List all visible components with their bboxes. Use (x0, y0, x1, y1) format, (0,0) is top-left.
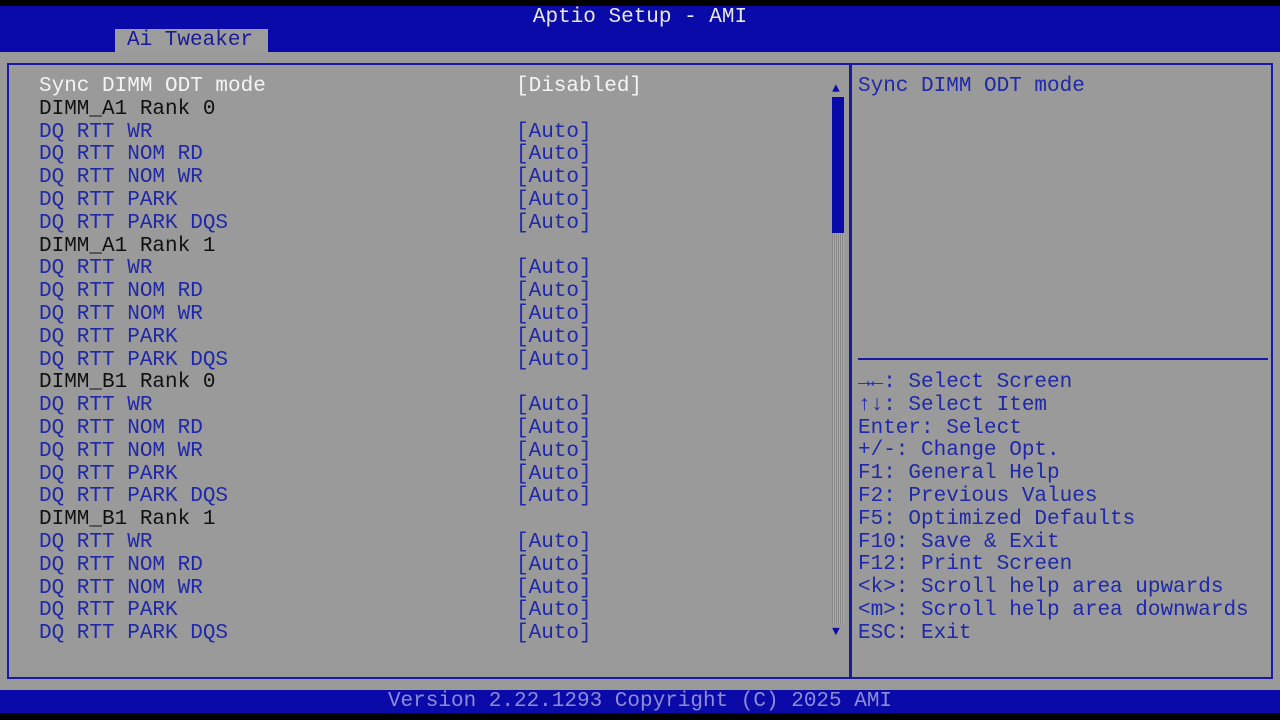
setting-value[interactable]: [Auto] (516, 166, 592, 189)
setting-label: DQ RTT WR (39, 257, 153, 281)
setting-row[interactable]: DQ RTT NOM WR [Auto] (39, 576, 592, 600)
setting-value[interactable]: [Auto] (516, 577, 592, 600)
setting-value[interactable]: [Auto] (516, 417, 592, 440)
setting-label: DQ RTT PARK (39, 462, 178, 486)
hotkey-hint: F1: General Help (858, 462, 1060, 486)
setting-label: DQ RTT PARK (39, 599, 178, 623)
setting-value[interactable]: [Auto] (516, 257, 592, 280)
setting-label: DQ RTT NOM WR (39, 576, 203, 600)
setting-label: DQ RTT NOM RD (39, 143, 203, 167)
setting-row[interactable]: DQ RTT PARK DQS [Auto] (39, 622, 592, 646)
help-divider (858, 358, 1268, 360)
hotkey-hint: ↑↓: Select Item (858, 393, 1048, 417)
setting-label: DQ RTT WR (39, 531, 153, 554)
setting-value[interactable]: [Auto] (516, 440, 592, 463)
section-heading: DIMM_B1 Rank 1 (39, 508, 215, 531)
setting-label: DQ RTT NOM RD (39, 553, 203, 577)
main-panel: Sync DIMM ODT mode [Disabled] DIMM_A1 Rank… (0, 52, 1280, 690)
hotkey-hint: F2: Previous Values (858, 485, 1098, 508)
section-heading: DIMM_A1 Rank 1 (39, 235, 215, 258)
setting-value[interactable]: [Auto] (516, 599, 592, 622)
setting-row[interactable]: DQ RTT NOM RD [Auto] (39, 280, 592, 304)
scrollbar-thumb[interactable] (832, 97, 844, 233)
setting-label: DQ RTT PARK DQS (39, 348, 229, 372)
setting-row[interactable]: DQ RTT PARK [Auto] (39, 462, 592, 486)
setting-row[interactable]: DQ RTT PARK DQS [Auto] (39, 211, 592, 235)
setting-row[interactable]: DQ RTT NOM RD [Auto] (39, 143, 592, 167)
setting-row[interactable]: DQ RTT PARK DQS [Auto] (39, 485, 592, 509)
footer-version: Version 2.22.1293 Copyright (C) 2025 AMI (0, 690, 1280, 713)
setting-label: DQ RTT PARK DQS (39, 211, 229, 235)
help-description: Sync DIMM ODT mode (858, 75, 1085, 98)
setting-row[interactable]: DQ RTT PARK [Auto] (39, 189, 592, 212)
hotkey-hint: <k>: Scroll help area upwards (858, 576, 1224, 600)
setting-value[interactable]: [Auto] (516, 143, 592, 166)
setting-value[interactable]: [Auto] (516, 349, 592, 372)
tab-ai-tweaker[interactable]: Ai Tweaker (115, 29, 268, 52)
setting-value[interactable]: [Auto] (516, 485, 592, 508)
setting-row[interactable]: DQ RTT WR [Auto] (39, 257, 592, 281)
setting-row[interactable]: DQ RTT NOM WR [Auto] (39, 439, 592, 463)
setting-value[interactable]: [Auto] (516, 622, 592, 645)
setting-value[interactable]: [Auto] (516, 326, 592, 349)
setting-row[interactable]: DQ RTT NOM RD [Auto] (39, 553, 592, 577)
hotkey-hint: Enter: Select (858, 416, 1022, 440)
setting-row[interactable]: Sync DIMM ODT mode [Disabled] (39, 75, 642, 98)
setting-row[interactable]: DQ RTT NOM WR [Auto] (39, 166, 592, 190)
hotkey-hint: F5: Optimized Defaults (858, 507, 1136, 531)
setting-label: DQ RTT NOM RD (39, 280, 203, 304)
hotkey-hint: F12: Print Screen (858, 553, 1073, 577)
setting-label: DQ RTT NOM WR (39, 303, 203, 326)
setting-label: DIMM_B1 Rank 1 (39, 508, 216, 532)
setting-value[interactable]: [Auto] (516, 531, 592, 554)
section-heading: DIMM_A1 Rank 0 (39, 98, 215, 121)
hotkey-hint: ESC: Exit (858, 621, 972, 645)
setting-label: DIMM_A1 Rank 0 (39, 97, 216, 121)
setting-value[interactable]: [Auto] (516, 463, 592, 486)
panel-divider (849, 63, 852, 679)
setting-label: DQ RTT NOM RD (39, 417, 203, 440)
setting-value[interactable]: [Auto] (516, 394, 592, 417)
setting-value[interactable]: [Auto] (516, 189, 592, 212)
setting-label: DQ RTT NOM WR (39, 166, 203, 190)
setting-label: DQ RTT WR (39, 394, 153, 418)
scroll-down-arrow-icon[interactable]: ▼ (832, 625, 840, 639)
setting-value[interactable]: [Auto] (516, 212, 592, 235)
setting-row[interactable]: DQ RTT NOM WR [Auto] (39, 303, 592, 326)
setting-label: DIMM_B1 Rank 0 (39, 371, 216, 395)
setting-value[interactable]: [Auto] (516, 303, 592, 326)
setting-row[interactable]: DQ RTT PARK [Auto] (39, 599, 592, 623)
setting-label: DQ RTT PARK (39, 189, 178, 212)
setting-row[interactable]: DQ RTT NOM RD [Auto] (39, 417, 592, 440)
section-heading: DIMM_B1 Rank 0 (39, 371, 215, 394)
setting-value[interactable]: [Auto] (516, 554, 592, 577)
setting-label: DQ RTT PARK DQS (39, 622, 229, 646)
hotkey-hint: +/-: Change Opt. (858, 439, 1060, 463)
setting-label: DQ RTT NOM WR (39, 439, 203, 463)
setting-row[interactable]: DQ RTT WR [Auto] (39, 120, 592, 144)
setting-value[interactable]: [Auto] (516, 280, 592, 303)
hotkey-hint: →←: Select Screen (858, 371, 1073, 394)
setting-label: Sync DIMM ODT mode (39, 75, 266, 98)
setting-row[interactable]: DQ RTT WR [Auto] (39, 394, 592, 418)
hotkey-hint: F10: Save & Exit (858, 530, 1060, 554)
setting-label: DQ RTT PARK DQS (39, 485, 229, 509)
setting-label: DQ RTT PARK (39, 325, 178, 349)
setting-label: DQ RTT WR (39, 120, 153, 144)
hotkey-hint: <m>: Scroll help area downwards (858, 599, 1249, 622)
setting-row[interactable]: DQ RTT PARK DQS [Auto] (39, 348, 592, 372)
setting-value[interactable]: [Auto] (516, 121, 592, 144)
window-title: Aptio Setup - AMI (532, 6, 748, 29)
setting-value[interactable]: [Disabled] (516, 75, 642, 98)
setting-row[interactable]: DQ RTT WR [Auto] (39, 531, 592, 554)
setting-row[interactable]: DQ RTT PARK [Auto] (39, 325, 592, 349)
scroll-up-arrow-icon[interactable]: ▲ (832, 82, 840, 96)
setting-label: DIMM_A1 Rank 1 (39, 234, 216, 258)
